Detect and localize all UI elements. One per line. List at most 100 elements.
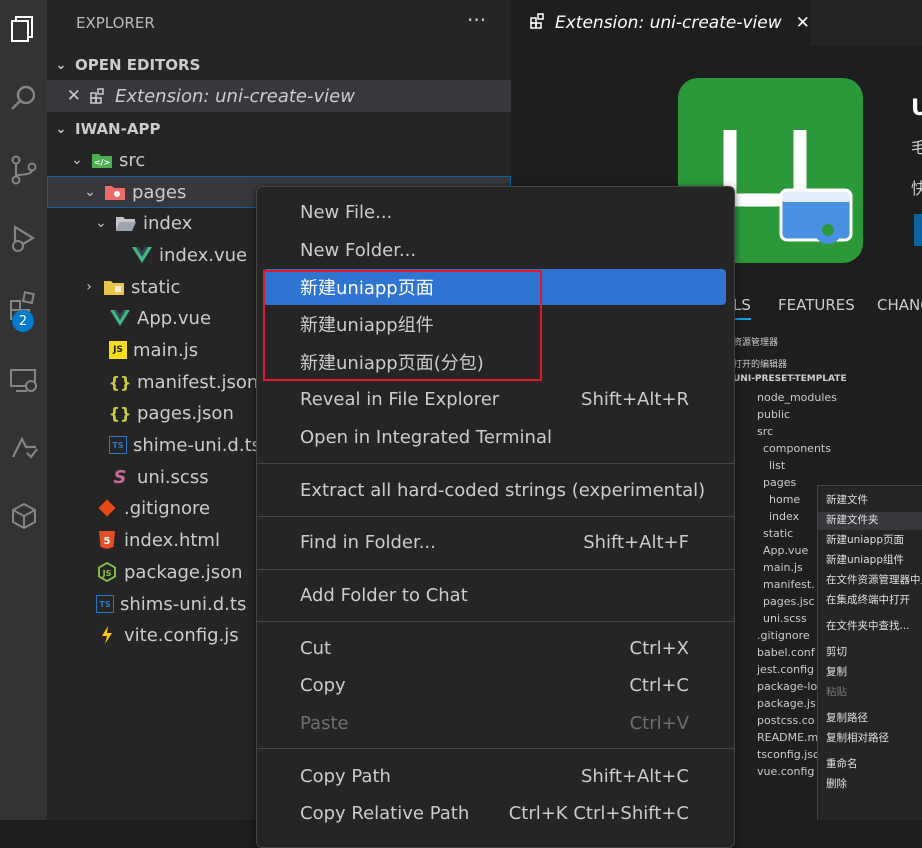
preview-tree-item: package-lo [757,680,818,693]
menu-item-cut[interactable]: Cut Ctrl+X [263,630,726,666]
menu-item-label: New File... [300,201,393,223]
preview-tree-item: package.js [757,697,816,710]
source-control-icon[interactable] [0,150,47,190]
open-editors-section[interactable]: ⌄ OPEN EDITORS [47,49,511,81]
menu-item-label: Add Folder to Chat [300,584,468,606]
preview-tree-item: manifest. [763,578,815,591]
preview-tree-item: index [769,510,800,523]
close-icon[interactable]: ✕ [47,86,81,106]
json-icon: {} [108,372,132,392]
chevron-down-icon: ⌄ [55,121,67,137]
menu-item-extract-strings[interactable]: Extract all hard-coded strings (experime… [263,472,726,508]
install-button[interactable] [914,214,922,246]
run-debug-icon[interactable] [0,218,47,258]
menu-item-label: Reveal in File Explorer [300,388,500,410]
preview-menu-item: 复制路径 [826,712,868,724]
menu-item-shortcut: Shift+Alt+F [583,531,689,553]
preview-menu-item: 新建文件 [826,494,868,506]
preview-tree-item: src [757,425,774,438]
tree-item-label: src [119,149,146,171]
chevron-down-icon: ⌄ [71,152,83,168]
src-folder-icon: </> [91,149,113,171]
explorer-icon[interactable] [0,8,47,48]
preview-tree-item: jest.config [757,663,815,676]
tab-changelog[interactable]: CHANG [877,296,922,314]
nodejs-icon: JS [96,561,118,583]
more-actions-icon[interactable]: ··· [467,8,486,32]
menu-item-copy[interactable]: Copy Ctrl+C [263,667,726,703]
remote-explorer-icon[interactable] [0,360,47,400]
tree-item-label: manifest.json [137,371,259,393]
preview-tree-item: pages [763,476,797,489]
chevron-right-icon: › [86,279,92,295]
tree-item-label: .gitignore [124,497,211,519]
highlight-annotation-box [263,270,542,381]
extension-publisher: 毛 [911,138,922,157]
js-icon: JS [109,341,127,359]
extension-icon [529,12,547,35]
menu-item-find-in-folder[interactable]: Find in Folder... Shift+Alt+F [263,524,726,560]
folder-icon [103,276,125,298]
tab-features[interactable]: FEATURES [778,296,855,314]
menu-item-new-folder[interactable]: New Folder... [263,232,726,268]
tree-item-label: main.js [133,339,199,361]
preview-open-editors: 打开的编辑器 [733,360,788,370]
preview-menu-item: 在集成终端中打开 [826,594,910,606]
menu-separator [257,463,734,464]
preview-tree-item: main.js [763,561,803,574]
pages-folder-icon [104,181,126,203]
preview-tree-item: components [763,442,831,455]
preview-menu-item: 新建文件夹 [826,514,879,526]
open-editor-item[interactable]: ✕ Extension: uni-create-view [47,80,511,112]
preview-menu-item: 新建uniapp组件 [826,554,904,566]
package-icon[interactable] [0,496,47,536]
preview-menu-item: 粘贴 [826,686,847,698]
tab-extension[interactable]: Extension: uni-create-view ✕ [511,0,811,46]
preview-tree-item: home [769,493,801,506]
preview-tree-item: postcss.co [757,714,815,727]
workspace-section[interactable]: ⌄ IWAN-APP [47,113,511,145]
menu-item-new-file[interactable]: New File... [263,194,726,230]
menu-item-reveal-in-explorer[interactable]: Reveal in File Explorer Shift+Alt+R [263,381,726,417]
vite-icon [96,624,118,646]
menu-item-add-folder-to-chat[interactable]: Add Folder to Chat [263,577,726,613]
preview-tree-item: App.vue [763,544,809,557]
svg-text:</>: </> [94,158,110,167]
preview-tree-item: README.m [757,731,819,744]
svg-text:5: 5 [104,536,111,547]
menu-item-shortcut: Ctrl+X [629,637,689,659]
close-icon[interactable]: ✕ [796,13,810,33]
vue-icon [131,244,153,266]
tree-item-label: pages.json [137,402,234,424]
scss-icon: S [113,466,127,488]
menu-separator [257,569,734,570]
tab-details[interactable]: LS [733,296,751,314]
json-icon: {} [108,403,132,423]
preview-menu-item: 复制 [826,666,847,678]
menu-item-open-terminal[interactable]: Open in Integrated Terminal [263,419,726,455]
menu-item-label: Find in Folder... [300,531,436,553]
menu-item-shortcut: Ctrl+C [629,674,689,696]
menu-item-label: Extract all hard-coded strings (experime… [300,479,706,501]
menu-separator [257,748,734,749]
preview-tree-item: static [763,527,794,540]
tree-item-src[interactable]: ⌄ </> src [47,144,533,176]
activity-bar: 2 [0,0,47,820]
preview-tree-item: uni.scss [763,612,807,625]
search-icon[interactable] [0,78,47,118]
menu-item-copy-relative-path[interactable]: Copy Relative Path Ctrl+K Ctrl+Shift+C [263,795,726,831]
menu-item-label: New Folder... [300,239,417,261]
preview-tree-item: pages.jsc [763,595,815,608]
preview-tree-item: babel.conf [757,646,815,659]
extensions-badge: 2 [12,310,34,332]
menu-separator [257,516,734,517]
menu-item-label: Paste [300,712,349,734]
menu-item-label: Copy Relative Path [300,802,470,824]
html-icon: 5 [96,529,118,551]
menu-item-label: Cut [300,637,332,659]
menu-item-shortcut: Ctrl+V [629,712,689,734]
testing-icon[interactable] [0,428,47,468]
menu-item-shortcut: Shift+Alt+C [580,765,689,787]
menu-item-shortcut: Shift+Alt+R [581,388,689,410]
menu-item-copy-path[interactable]: Copy Path Shift+Alt+C [263,758,726,794]
